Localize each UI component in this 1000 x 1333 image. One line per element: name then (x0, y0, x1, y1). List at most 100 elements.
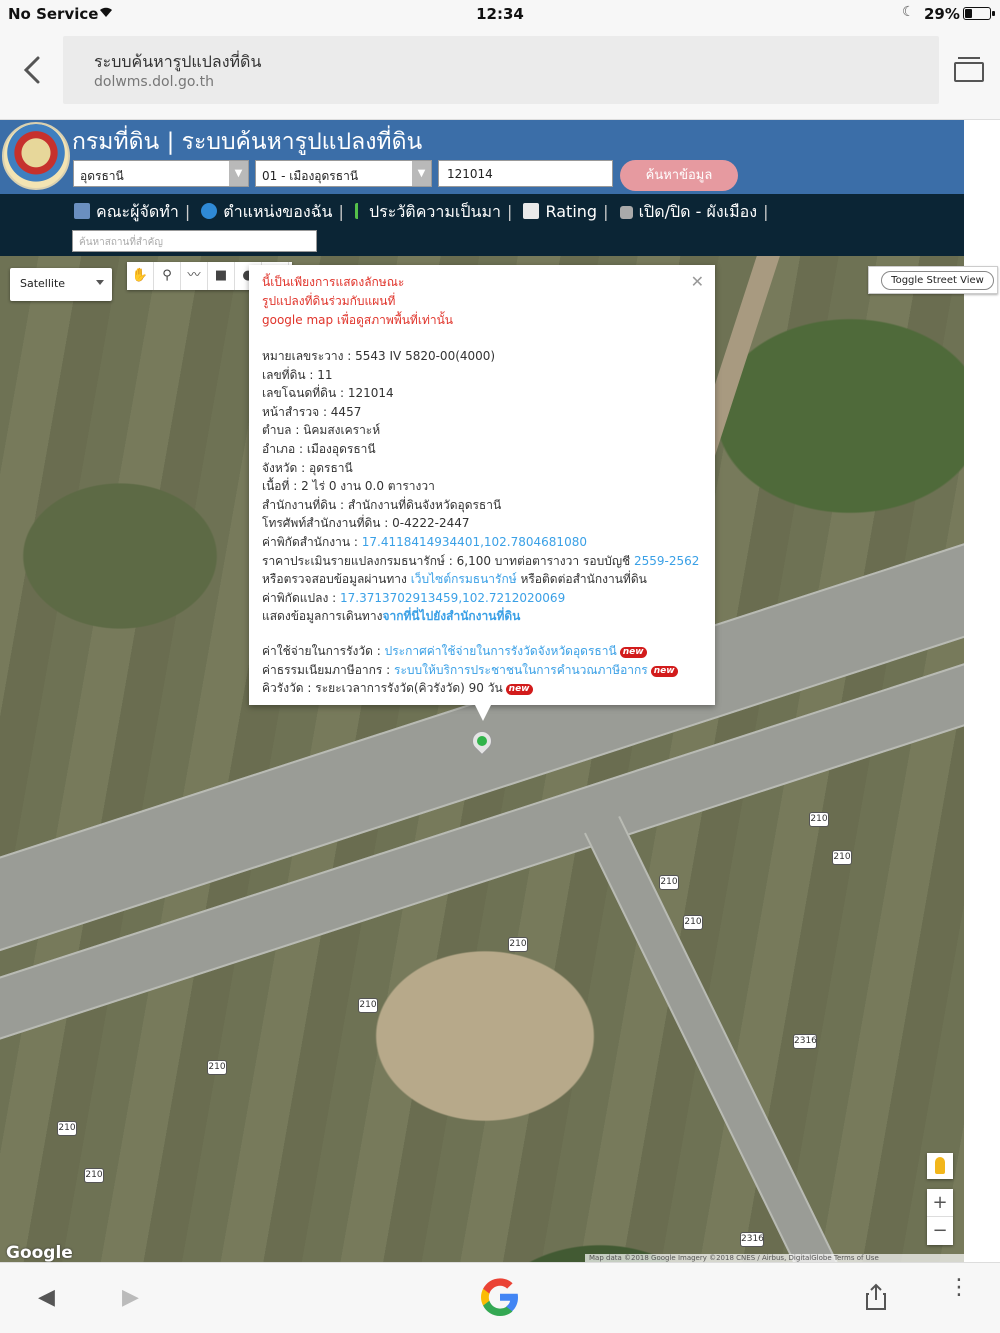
separator: | (507, 202, 513, 221)
road-label: 210 (84, 1168, 104, 1183)
deed-number-input[interactable]: 121014 (438, 160, 613, 187)
detail-row: เนื้อที่ : 2 ไร่ 0 งาน 0.0 ตารางวา (262, 479, 435, 494)
toggle-street-view-label: Toggle Street View (881, 271, 994, 290)
more-options-icon[interactable]: ⋮ (948, 1277, 970, 1299)
nav-item-history[interactable]: ประวัติความเป็นมา (354, 200, 501, 225)
zoom-out-button[interactable]: − (927, 1217, 953, 1245)
district-select-value: 01 - เมืองอุดรธานี (262, 169, 359, 183)
department-logo (2, 122, 70, 190)
notice-line: รูปแปลงที่ดินร่วมกับแผนที่ (262, 294, 396, 308)
share-icon[interactable] (864, 1283, 888, 1311)
office-coord-link[interactable]: 17.4118414934401,102.7804681080 (362, 535, 587, 549)
square-icon[interactable]: ■ (208, 262, 235, 290)
parcel-marker-icon[interactable] (467, 726, 497, 759)
forward-arrow-icon[interactable]: ▶ (122, 1285, 139, 1310)
nav-item-team[interactable]: คณะผู้จัดทำ (74, 200, 179, 225)
separator: | (184, 202, 191, 221)
search-button[interactable]: ค้นหาข้อมูล (620, 160, 738, 191)
detail-row: สำนักงานที่ดิน : สำนักงานที่ดินจังหวัดอุ… (262, 497, 502, 512)
address-bar[interactable]: ระบบค้นหารูปแปลงที่ดิน dolwms.dol.go.th (63, 36, 939, 104)
tax-row: ค่าธรรมเนียมภาษีอากร : ระบบให้บริการประช… (262, 661, 678, 680)
parcel-coord-link[interactable]: 17.3713702913459,102.7212020069 (340, 591, 565, 605)
zoom-in-button[interactable]: + (927, 1189, 953, 1217)
district-select[interactable]: 01 - เมืองอุดรธานี ▼ (255, 160, 432, 187)
line-icon[interactable]: 〰 (181, 262, 208, 290)
place-search-input[interactable]: ค้นหาสถานที่สำคัญ (72, 230, 317, 252)
chevron-down-icon: ▼ (229, 161, 248, 186)
survey-fee-link[interactable]: ประกาศค่าใช้จ่ายในการรังวัดจังหวัดอุดรธา… (385, 644, 617, 658)
detail-row: เลขที่ดิน : 11 (262, 367, 333, 382)
nav-item-rating[interactable]: Rating (523, 202, 597, 221)
nav-item-city-plan-toggle[interactable]: เปิด/ปิด - ผังเมือง (619, 200, 757, 225)
detail-row: โทรศัพท์สำนักงานที่ดิน : 0-4222-2447 (262, 516, 470, 531)
new-badge: new (619, 647, 647, 658)
nav-item-my-location[interactable]: ตำแหน่งของฉัน (201, 200, 332, 225)
pegman-icon[interactable] (927, 1153, 953, 1179)
parcel-details: หมายเลขระวาง : 5543 IV 5820-00(4000) เลข… (262, 347, 699, 626)
browser-toolbar: ระบบค้นหารูปแปลงที่ดิน dolwms.dol.go.th (0, 28, 1000, 120)
route-link[interactable]: จากที่นี่ไปยังสำนักงานที่ดิน (382, 609, 520, 623)
detail-row: เลขโฉนดที่ดิน : 121014 (262, 386, 394, 401)
back-button[interactable] (16, 50, 50, 90)
province-select-value: อุดรธานี (80, 169, 124, 183)
price-row: ราคาประเมินรายแปลงกรมธนารักษ์ : 6,100 บา… (262, 553, 700, 568)
status-bar: No Service 12:34 ☾ 29% (0, 0, 1000, 28)
close-icon[interactable]: ✕ (691, 272, 704, 291)
moon-icon: ☾ (902, 4, 915, 20)
nav-item-label: คณะผู้จัดทำ (96, 202, 179, 221)
tabs-icon (958, 57, 980, 61)
check-row: หรือตรวจสอบข้อมูลผ่านทาง เว็บไซต์กรมธนาร… (262, 572, 647, 587)
road-label: 210 (809, 812, 829, 827)
new-badge: new (505, 684, 533, 696)
globe-icon (201, 203, 218, 219)
detail-row: จังหวัด : อุดรธานี (262, 460, 353, 475)
separator: | (763, 202, 769, 221)
detail-row: หน้าสำรวจ : 4457 (262, 404, 362, 419)
pin-icon[interactable]: ⚲ (154, 262, 181, 290)
google-g-icon[interactable] (478, 1275, 522, 1319)
tabs-button[interactable] (952, 54, 986, 84)
info-window-pointer (475, 705, 491, 721)
page-title: ระบบค้นหารูปแปลงที่ดิน (94, 52, 262, 71)
tax-calc-link[interactable]: ระบบให้บริการประชาชนในการคำนวณภาษีอากร (394, 663, 648, 677)
separator: | (338, 202, 344, 221)
people-icon (74, 203, 90, 219)
sprout-icon (354, 203, 363, 219)
site-title: กรมที่ดิน | ระบบค้นหารูปแปลงที่ดิน (72, 129, 423, 155)
chevron-down-icon (96, 280, 104, 285)
detail-row: อำเภอ : เมืองอุดรธานี (262, 441, 376, 456)
road-label: 210 (683, 915, 703, 930)
province-select[interactable]: อุดรธานี ▼ (73, 160, 249, 187)
road-label: 2316 (793, 1034, 817, 1049)
detail-row: ตำบล : นิคมสงเคราะห์ (262, 423, 381, 438)
road-label: 210 (207, 1060, 227, 1075)
hand-icon[interactable]: ✋ (127, 262, 154, 290)
road-label: 210 (57, 1121, 77, 1136)
page-url: dolwms.dol.go.th (94, 74, 214, 90)
map-attribution[interactable]: Map data ©2018 Google Imagery ©2018 CNES… (585, 1254, 964, 1262)
zoom-control: + − (927, 1189, 953, 1245)
chevron-left-icon (23, 56, 40, 84)
clock: 12:34 (476, 5, 524, 23)
back-arrow-icon[interactable]: ◀ (38, 1285, 55, 1310)
parcel-info-window: ✕ นี้เป็นเพียงการแสดงลักษณะ รูปแปลงที่ดิ… (249, 265, 715, 721)
toggle-street-view-button[interactable]: Toggle Street View (868, 266, 998, 294)
price-period-link[interactable]: 2559-2562 (634, 554, 699, 568)
route-row: แสดงข้อมูลการเดินทางจากที่นี่ไปยังสำนักง… (262, 609, 521, 624)
map-type-value: Satellite (20, 277, 66, 290)
nav-item-label: Rating (545, 202, 598, 221)
toggle-icon (619, 206, 633, 219)
map-type-select[interactable]: Satellite (10, 268, 112, 301)
road-label: 210 (659, 875, 679, 890)
battery-icon (963, 7, 995, 20)
notice-line: นี้เป็นเพียงการแสดงลักษณะ (262, 275, 405, 289)
notice-line: google map เพื่อดูสภาพพื้นที่เท่านั้น (262, 313, 453, 327)
road-label: 210 (508, 937, 528, 952)
detail-row: หมายเลขระวาง : 5543 IV 5820-00(4000) (262, 349, 496, 363)
new-badge: new (650, 665, 678, 677)
fee-details: ค่าใช้จ่ายในการรังวัด : ประกาศค่าใช้จ่าย… (262, 642, 678, 698)
nav-item-label: ตำแหน่งของฉัน (223, 202, 333, 221)
notice-text: นี้เป็นเพียงการแสดงลักษณะ รูปแปลงที่ดินร… (262, 273, 453, 330)
treasury-website-link[interactable]: เว็บไซต์กรมธนารักษ์ (411, 572, 517, 586)
battery-percent: 29% (924, 5, 960, 23)
